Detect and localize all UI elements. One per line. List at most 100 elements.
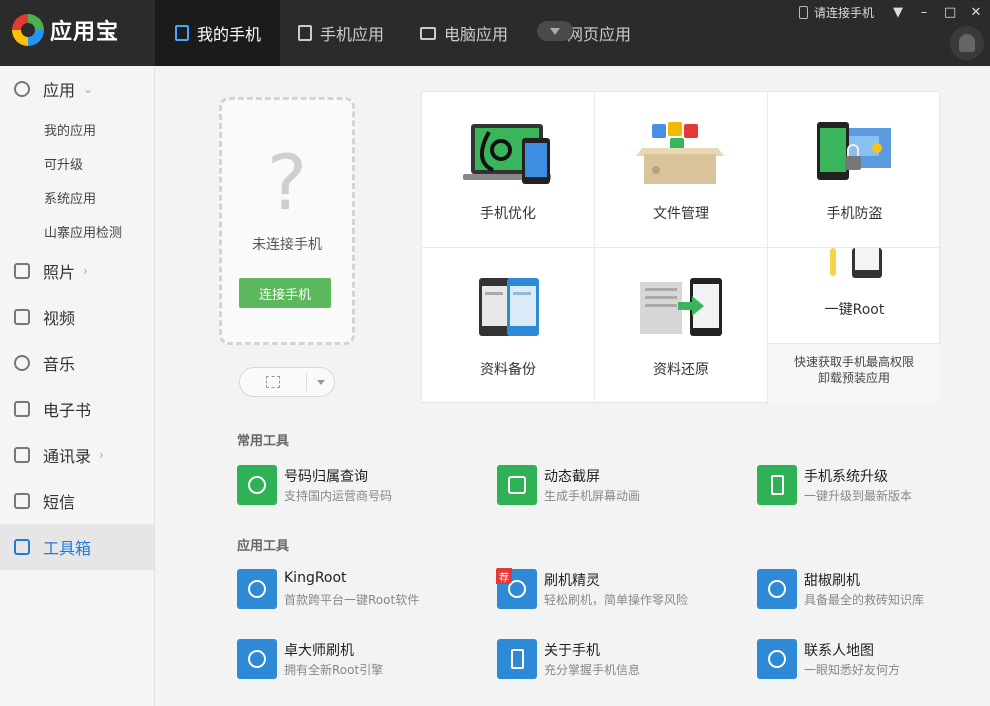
- section-title-common-tools: 常用工具: [237, 434, 290, 449]
- phone-app-icon: [298, 25, 312, 41]
- chevron-right-icon: ›: [83, 264, 88, 278]
- tool-about-phone[interactable]: 关于手机 充分掌握手机信息: [497, 637, 737, 681]
- window-controls: 请连接手机 ▼ – □ ✕: [798, 4, 982, 21]
- sidebar-item-label: 电子书: [43, 401, 92, 420]
- sidebar-item-toolbox[interactable]: 工具箱: [0, 524, 154, 570]
- tool-name: 卓大师刷机: [284, 643, 354, 659]
- phone-outline-icon: [798, 6, 808, 19]
- tool-desc: 一眼知悉好友何方: [804, 663, 901, 677]
- connect-phone-button[interactable]: 连接手机: [239, 278, 331, 308]
- restore-icon: [640, 278, 722, 336]
- tool-system-upgrade[interactable]: 手机系统升级 一键升级到最新版本: [757, 463, 990, 507]
- tool-tianjiao[interactable]: 甜椒刷机 具备最全的救砖知识库: [757, 567, 990, 611]
- feature-label: 资料备份: [480, 362, 536, 378]
- question-mark-icon: ?: [266, 138, 308, 227]
- tab-pc-apps[interactable]: 电脑应用: [402, 0, 526, 66]
- tool-name: 动态截屏: [544, 469, 600, 485]
- sidebar-sub-system-apps[interactable]: 系统应用: [0, 180, 154, 214]
- sidebar-item-ebooks[interactable]: 电子书: [0, 386, 154, 432]
- root-tip-line: 卸载预装应用: [817, 371, 890, 385]
- backup-icon: [479, 278, 539, 336]
- tool-desc: 一键升级到最新版本: [804, 489, 913, 503]
- music-icon: [14, 355, 30, 371]
- tab-phone-apps[interactable]: 手机应用: [280, 0, 402, 66]
- sidebar-item-videos[interactable]: 视频: [0, 294, 154, 340]
- tianjiao-icon: [757, 569, 797, 609]
- screenshot-dropdown[interactable]: [307, 379, 334, 385]
- app-icon: [14, 81, 30, 97]
- feature-restore[interactable]: 资料还原: [595, 248, 768, 404]
- maximize-icon[interactable]: □: [944, 5, 956, 20]
- app-name: 应用宝: [50, 20, 120, 45]
- sidebar-item-label: 工具箱: [43, 539, 92, 558]
- app-logo: 应用宝: [12, 14, 119, 46]
- sidebar-item-label: 视频: [43, 309, 76, 328]
- tab-label: 我的手机: [197, 25, 262, 44]
- tool-flash-wizard[interactable]: 荐 刷机精灵 轻松刷机，简单操作零风险: [496, 567, 737, 611]
- menu-icon[interactable]: ▼: [892, 5, 904, 20]
- tool-contact-map[interactable]: 联系人地图 一眼知悉好友何方: [757, 637, 990, 681]
- connect-hint-label: 请连接手机: [813, 6, 874, 20]
- tool-name: 号码归属查询: [284, 469, 368, 485]
- tool-desc: 充分掌握手机信息: [544, 663, 641, 677]
- feature-anti-theft[interactable]: 手机防盗: [768, 92, 941, 248]
- feature-label: 资料还原: [653, 362, 709, 378]
- feature-file-manager[interactable]: 文件管理: [595, 92, 768, 248]
- tool-phone-lookup[interactable]: 号码归属查询 支持国内运营商号码: [237, 463, 477, 507]
- screenshot-control: [239, 367, 335, 397]
- feature-backup[interactable]: 资料备份: [422, 248, 595, 404]
- tool-zhuo-master[interactable]: 卓大师刷机 拥有全新Root引擎: [237, 637, 477, 681]
- connect-hint[interactable]: 请连接手机: [798, 4, 874, 21]
- feature-label: 一键Root: [824, 302, 885, 318]
- sidebar-item-music[interactable]: 音乐: [0, 340, 154, 386]
- kingroot-icon: [237, 569, 277, 609]
- feature-label: 手机优化: [480, 206, 536, 222]
- tool-kingroot[interactable]: KingRoot 首款跨平台一键Root软件: [237, 567, 477, 611]
- sidebar-item-contacts[interactable]: 通讯录 ›: [0, 432, 154, 478]
- title-bar: 应用宝 我的手机 手机应用 电脑应用 网页应用 请连接手机 ▼ – □ ✕: [0, 0, 990, 66]
- phone-icon: [175, 25, 189, 41]
- root-tooltip: 快速获取手机最高权限 卸载预装应用: [768, 343, 940, 403]
- sidebar-item-photos[interactable]: 照片 ›: [0, 248, 154, 294]
- sidebar: 应用 ⌄ 我的应用 可升级 系统应用 山寨应用检测 照片 › 视频 音乐 电子书…: [0, 66, 155, 706]
- tool-desc: 生成手机屏幕动画: [544, 489, 641, 503]
- phone-optimize-icon: [463, 124, 551, 184]
- tool-name: 手机系统升级: [804, 469, 888, 485]
- contacts-icon: [14, 447, 30, 463]
- avatar[interactable]: [950, 26, 984, 60]
- sidebar-sub-upgradable[interactable]: 可升级: [0, 146, 154, 180]
- zhuo-master-icon: [237, 639, 277, 679]
- crop-icon: [266, 376, 280, 388]
- screenshot-button[interactable]: [240, 376, 306, 388]
- phone-card: ? 未连接手机 连接手机: [219, 97, 355, 345]
- file-manager-icon: [636, 122, 724, 184]
- feature-phone-optimize[interactable]: 手机优化: [422, 92, 595, 248]
- logo-icon: [12, 14, 44, 46]
- sidebar-item-label: 音乐: [43, 355, 76, 374]
- tab-label: 手机应用: [320, 25, 385, 44]
- about-phone-icon: [497, 639, 537, 679]
- root-tip-line: 快速获取手机最高权限: [793, 355, 914, 369]
- sidebar-item-label: 应用: [43, 81, 76, 100]
- sidebar-item-sms[interactable]: 短信: [0, 478, 154, 524]
- tab-my-phone[interactable]: 我的手机: [155, 0, 280, 66]
- feature-one-click-root[interactable]: 一键Root 快速获取手机最高权限 卸载预装应用: [768, 248, 941, 404]
- sidebar-item-label: 短信: [43, 493, 76, 512]
- minimize-icon[interactable]: –: [918, 5, 930, 20]
- screen-capture-icon: [497, 465, 537, 505]
- chevron-right-icon: ›: [99, 448, 104, 462]
- phone-lookup-icon: [237, 465, 277, 505]
- video-icon: [14, 309, 30, 325]
- download-icon[interactable]: [537, 21, 573, 41]
- book-icon: [14, 401, 30, 417]
- tool-desc: 首款跨平台一键Root软件: [284, 593, 420, 607]
- sms-icon: [14, 493, 30, 509]
- tool-screen-capture[interactable]: 动态截屏 生成手机屏幕动画: [497, 463, 737, 507]
- anti-theft-icon: [817, 122, 891, 180]
- sidebar-item-apps[interactable]: 应用 ⌄: [0, 66, 154, 112]
- close-icon[interactable]: ✕: [970, 5, 982, 20]
- contact-map-icon: [757, 639, 797, 679]
- sidebar-item-label: 照片: [43, 263, 76, 282]
- sidebar-sub-my-apps[interactable]: 我的应用: [0, 112, 154, 146]
- sidebar-sub-fake-app-check[interactable]: 山寨应用检测: [0, 214, 154, 248]
